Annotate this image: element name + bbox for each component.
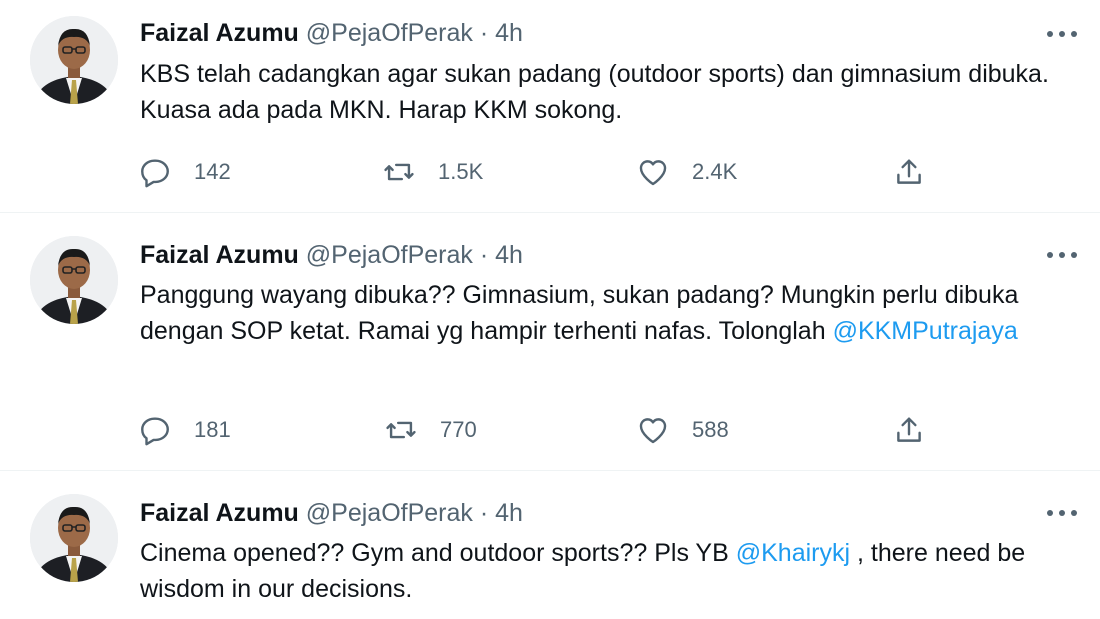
mention-link[interactable]: @Khairykj [736,539,850,567]
tweet-text-main: Cinema opened?? Gym and outdoor sports??… [140,539,729,567]
reply-button[interactable]: 181 [138,413,231,447]
share-icon [897,417,921,442]
avatar-image [30,236,118,324]
separator-dot: · [479,499,489,527]
like-icon [639,160,667,186]
author-handle[interactable]: @PejaOfPerak [306,19,473,47]
tweet-2[interactable]: Faizal Azumu @PejaOfPerak · 4h Panggung … [0,213,1100,469]
retweet-count: 1.5K [438,159,484,184]
timestamp[interactable]: 4h [495,499,523,527]
share-button[interactable] [892,413,926,447]
share-icon [897,159,921,184]
tweet-header: Faizal Azumu @PejaOfPerak · 4h [140,498,523,528]
tweet-actions: 181 770 588 [138,413,938,447]
share-button[interactable] [892,155,926,189]
avatar[interactable] [30,236,118,324]
reply-count: 142 [194,159,231,184]
retweet-button[interactable]: 1.5K [382,155,483,189]
like-button[interactable]: 2.4K [636,155,737,189]
retweet-count: 770 [440,417,477,442]
like-count: 588 [692,417,729,442]
avatar[interactable] [30,494,118,582]
avatar[interactable] [30,16,118,104]
retweet-icon [386,421,416,439]
separator-dot: · [479,241,489,269]
tweet-header: Faizal Azumu @PejaOfPerak · 4h [140,18,523,48]
retweet-button[interactable]: 770 [384,413,477,447]
reply-button[interactable]: 142 [138,155,231,189]
like-button[interactable]: 588 [636,413,729,447]
tweet-header: Faizal Azumu @PejaOfPerak · 4h [140,240,523,270]
retweet-icon [384,163,414,181]
tweet-3[interactable]: Faizal Azumu @PejaOfPerak · 4h Cinema op… [0,471,1100,619]
reply-icon [141,159,169,188]
like-count: 2.4K [692,159,738,184]
separator-dot: · [479,19,489,47]
timestamp[interactable]: 4h [495,241,523,269]
tweet-text: Cinema opened?? Gym and outdoor sports??… [140,535,1090,607]
author-handle[interactable]: @PejaOfPerak [306,241,473,269]
tweet-text: Panggung wayang dibuka?? Gimnasium, suka… [140,277,1090,349]
more-icon[interactable] [1042,24,1082,44]
timestamp[interactable]: 4h [495,19,523,47]
author-handle[interactable]: @PejaOfPerak [306,499,473,527]
author-name[interactable]: Faizal Azumu [140,241,299,269]
tweet-1[interactable]: Faizal Azumu @PejaOfPerak · 4h KBS telah… [0,0,1100,212]
mention-link[interactable]: @KKMPutrajaya [833,317,1018,345]
tweet-text: KBS telah cadangkan agar sukan padang (o… [140,60,1049,124]
reply-icon [141,417,169,446]
tweet-actions: 142 1.5K 2.4K [138,155,938,189]
like-icon [639,418,667,444]
avatar-image [30,494,118,582]
author-name[interactable]: Faizal Azumu [140,499,299,527]
reply-count: 181 [194,417,231,442]
avatar-image [30,16,118,104]
more-icon[interactable] [1042,503,1082,523]
more-icon[interactable] [1042,245,1082,265]
author-name[interactable]: Faizal Azumu [140,19,299,47]
